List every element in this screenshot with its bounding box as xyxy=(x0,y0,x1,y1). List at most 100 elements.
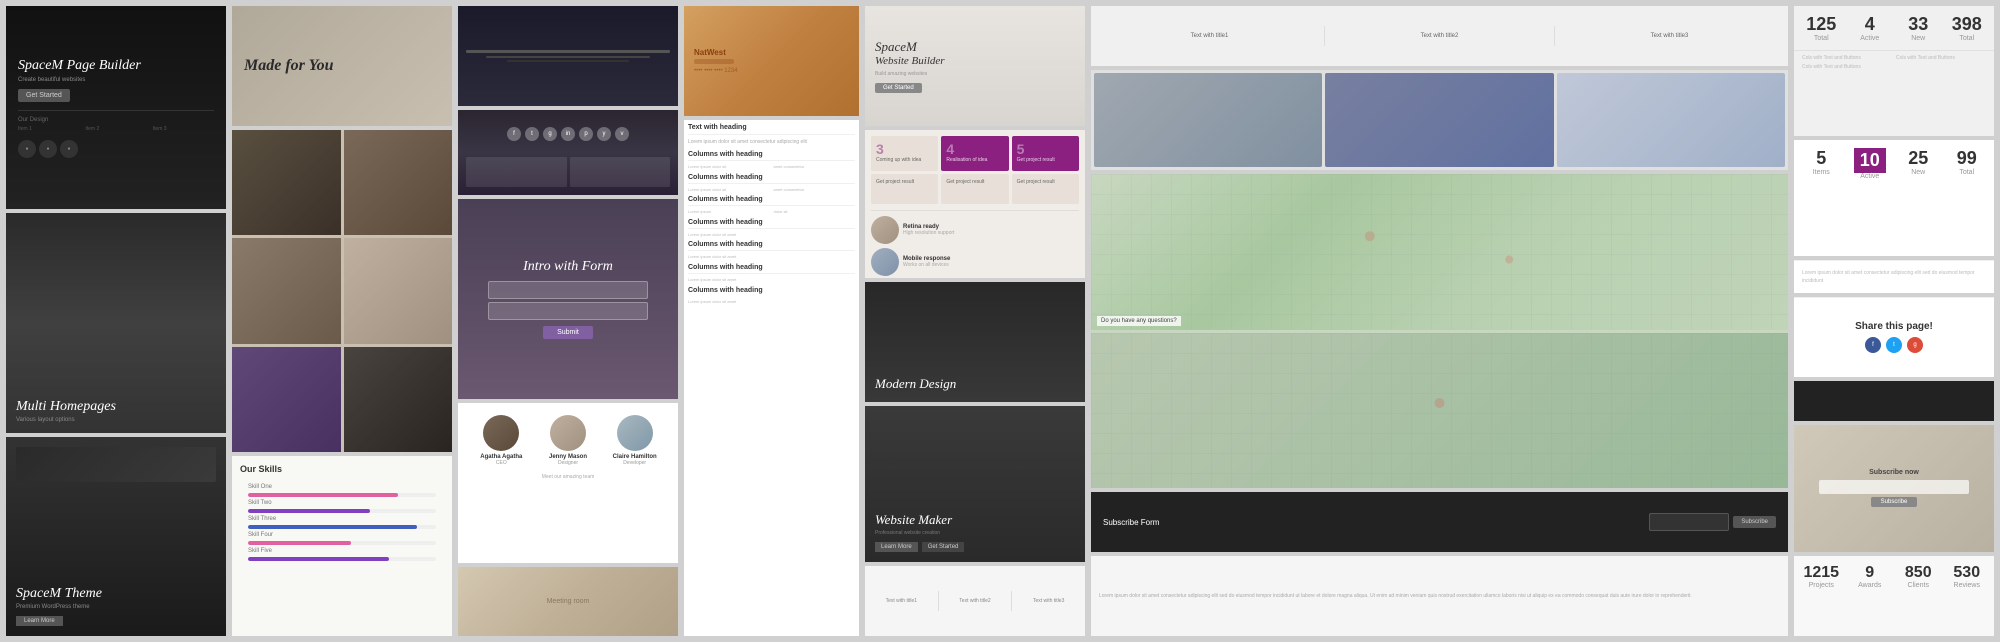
final-stat-3: 850 Clients xyxy=(1895,560,1942,593)
subscribe-image-panel[interactable]: Subscribe now Subscribe xyxy=(1794,425,1994,553)
social-icon-2[interactable]: t xyxy=(525,127,539,141)
step-card-4: Get project result xyxy=(871,174,938,204)
natwest-label: NatWest xyxy=(694,48,726,57)
page-builder-panel[interactable]: SpaceM Page Builder Create beautiful web… xyxy=(6,6,226,209)
multi-homepages-panel[interactable]: Multi Homepages Various layout options xyxy=(6,213,226,433)
people-panel[interactable]: Agatha Agatha CEO Jenny Mason Designer C… xyxy=(458,403,678,563)
maker-btn-2[interactable]: Get Started xyxy=(922,542,965,552)
content-panel[interactable]: Text with heading Lorem ipsum dolor sit … xyxy=(684,120,859,636)
stats-grid-mid: 5 Items 10 Active 25 New 99 Total xyxy=(1794,140,1994,188)
builder-btn[interactable]: Get Started xyxy=(875,83,922,93)
social-icon-4[interactable]: in xyxy=(561,127,575,141)
team-avatar-1 xyxy=(871,216,899,244)
spacem-sub: Premium WordPress theme xyxy=(16,604,216,610)
card-number: •••• •••• •••• 1234 xyxy=(694,68,738,74)
theme-btn[interactable]: Learn More xyxy=(16,616,63,626)
steps-row-1: 3 Coming up with idea 4 Realisation of i… xyxy=(871,136,1079,171)
social-icon-7[interactable]: v xyxy=(615,127,629,141)
header-col-3: Text with title3 xyxy=(1559,33,1780,39)
maps-panel[interactable]: Do you have any questions? xyxy=(1091,174,1788,488)
grid-cell-2 xyxy=(344,130,453,235)
stat-top-1: 125 Total xyxy=(1798,10,1845,46)
social-icon-3[interactable]: g xyxy=(543,127,557,141)
website-maker-panel[interactable]: Website Maker Professional website creat… xyxy=(865,406,1085,562)
nav-dots-row xyxy=(543,195,593,196)
col-row-2: Lorem ipsum dolor sit amet consectetur xyxy=(688,187,855,193)
stat-mid-num-1: 5 xyxy=(1800,148,1843,169)
header-divider-1 xyxy=(1324,26,1325,46)
footer-text-panel: Lorem ipsum dolor sit amet consectetur a… xyxy=(1091,556,1788,636)
our-skills-panel[interactable]: Our Skills Skill One Skill Two Skill Thr… xyxy=(232,456,452,636)
final-lbl-1: Projects xyxy=(1800,582,1843,589)
made-for-you-panel[interactable]: Made for You xyxy=(232,6,452,126)
form-input-2[interactable] xyxy=(488,302,648,320)
photo-grid-panel[interactable] xyxy=(232,130,452,452)
col-heading-4: Columns with heading xyxy=(688,219,855,229)
form-submit-btn[interactable]: Submit xyxy=(543,326,593,339)
website-builder-desc: Build amazing websites xyxy=(875,71,1075,77)
portrait-2: Jenny Mason Designer xyxy=(537,415,600,466)
page-builder-subtitle: Create beautiful websites xyxy=(18,77,214,83)
col-text-6: Lorem ipsum dolor sit amet xyxy=(688,277,855,283)
column-2: Made for You Our Skills Skill One Skill … xyxy=(232,6,452,636)
portrait-circle-3 xyxy=(617,415,653,451)
strip-img-3 xyxy=(1557,73,1785,167)
share-facebook[interactable]: f xyxy=(1865,337,1881,353)
subscribe-controls: Subscribe xyxy=(1649,513,1776,531)
modern-design-panel[interactable]: Modern Design xyxy=(865,282,1085,402)
footer-text: Lorem ipsum dolor sit amet consectetur a… xyxy=(1099,592,1780,600)
subscribe2-input[interactable] xyxy=(1819,480,1969,494)
office-panel[interactable]: Meeting room xyxy=(458,567,678,636)
stat-mid-lbl-2: Active xyxy=(1849,173,1892,180)
design-item-3: Item 3 xyxy=(153,126,214,132)
skill-bar-1 xyxy=(248,493,436,497)
header-col-1: Text with title1 xyxy=(1099,33,1320,39)
map-overlay-1 xyxy=(1091,174,1788,330)
natwest-card-panel[interactable]: NatWest •••• •••• •••• 1234 xyxy=(684,6,859,116)
share-twitter[interactable]: t xyxy=(1886,337,1902,353)
subscribe-bar-panel[interactable]: Subscribe Form Subscribe xyxy=(1091,492,1788,552)
dark-header-panel[interactable] xyxy=(458,6,678,106)
spacem-theme-title: SpaceM Theme xyxy=(16,586,216,602)
portrait-title-1: CEO xyxy=(470,460,533,466)
col-text-4: Lorem ipsum dolor sit amet xyxy=(688,232,855,238)
intro-form-panel[interactable]: Intro with Form Submit xyxy=(458,199,678,399)
portrait-title-3: Developer xyxy=(603,460,666,466)
share-google[interactable]: g xyxy=(1907,337,1923,353)
subscribe-btn[interactable]: Subscribe xyxy=(1733,516,1776,528)
stat-num-2: 4 xyxy=(1849,14,1892,35)
map-label-1: Do you have any questions? xyxy=(1097,316,1181,326)
map-grid-svg-2 xyxy=(1091,333,1788,489)
grid-cell-3 xyxy=(232,238,341,343)
form-input-1[interactable] xyxy=(488,281,648,299)
text-col-label-2: Text with title2 xyxy=(943,598,1008,604)
circle-icon-3: ● xyxy=(60,140,78,158)
maker-btn-1[interactable]: Learn More xyxy=(875,542,918,552)
process-steps-panel[interactable]: 3 Coming up with idea 4 Realisation of i… xyxy=(865,130,1085,278)
stat-mid-2: 10 Active xyxy=(1847,144,1894,184)
subscribe2-btn[interactable]: Subscribe xyxy=(1871,497,1918,507)
website-builder-title: SpaceM xyxy=(875,39,1075,55)
circle-icon-1: ● xyxy=(18,140,36,158)
follow-us-panel[interactable]: Follow us f t g in p y v xyxy=(458,110,678,195)
multi-sub: Various layout options xyxy=(16,417,216,423)
strip-img-1 xyxy=(1094,73,1322,167)
social-icon-6[interactable]: y xyxy=(597,127,611,141)
social-icon-5[interactable]: p xyxy=(579,127,593,141)
column-3: Follow us f t g in p y v xyxy=(458,6,678,636)
header-line-2 xyxy=(486,56,649,58)
website-builder-panel[interactable]: SpaceM Website Builder Build amazing web… xyxy=(865,6,1085,126)
grid-cell-6 xyxy=(344,347,453,452)
spacem-theme-panel[interactable]: SpaceM Theme Premium WordPress theme Lea… xyxy=(6,437,226,636)
col-heading-5: Columns with heading xyxy=(688,241,855,251)
subscribe-input[interactable] xyxy=(1649,513,1729,531)
page-builder-btn[interactable]: Get Started xyxy=(18,89,70,102)
stat-lbl-2: Active xyxy=(1849,35,1892,42)
stat-lbl-1: Total xyxy=(1800,35,1843,42)
skill-bar-2 xyxy=(248,509,436,513)
portraits-row: Agatha Agatha CEO Jenny Mason Designer C… xyxy=(464,409,672,472)
social-icon-1[interactable]: f xyxy=(507,127,521,141)
final-num-1: 1215 xyxy=(1800,564,1843,582)
step-card-3: 5 Get project result xyxy=(1012,136,1079,171)
col-lbl-a: Cols with Text and Buttons xyxy=(1802,55,1892,61)
